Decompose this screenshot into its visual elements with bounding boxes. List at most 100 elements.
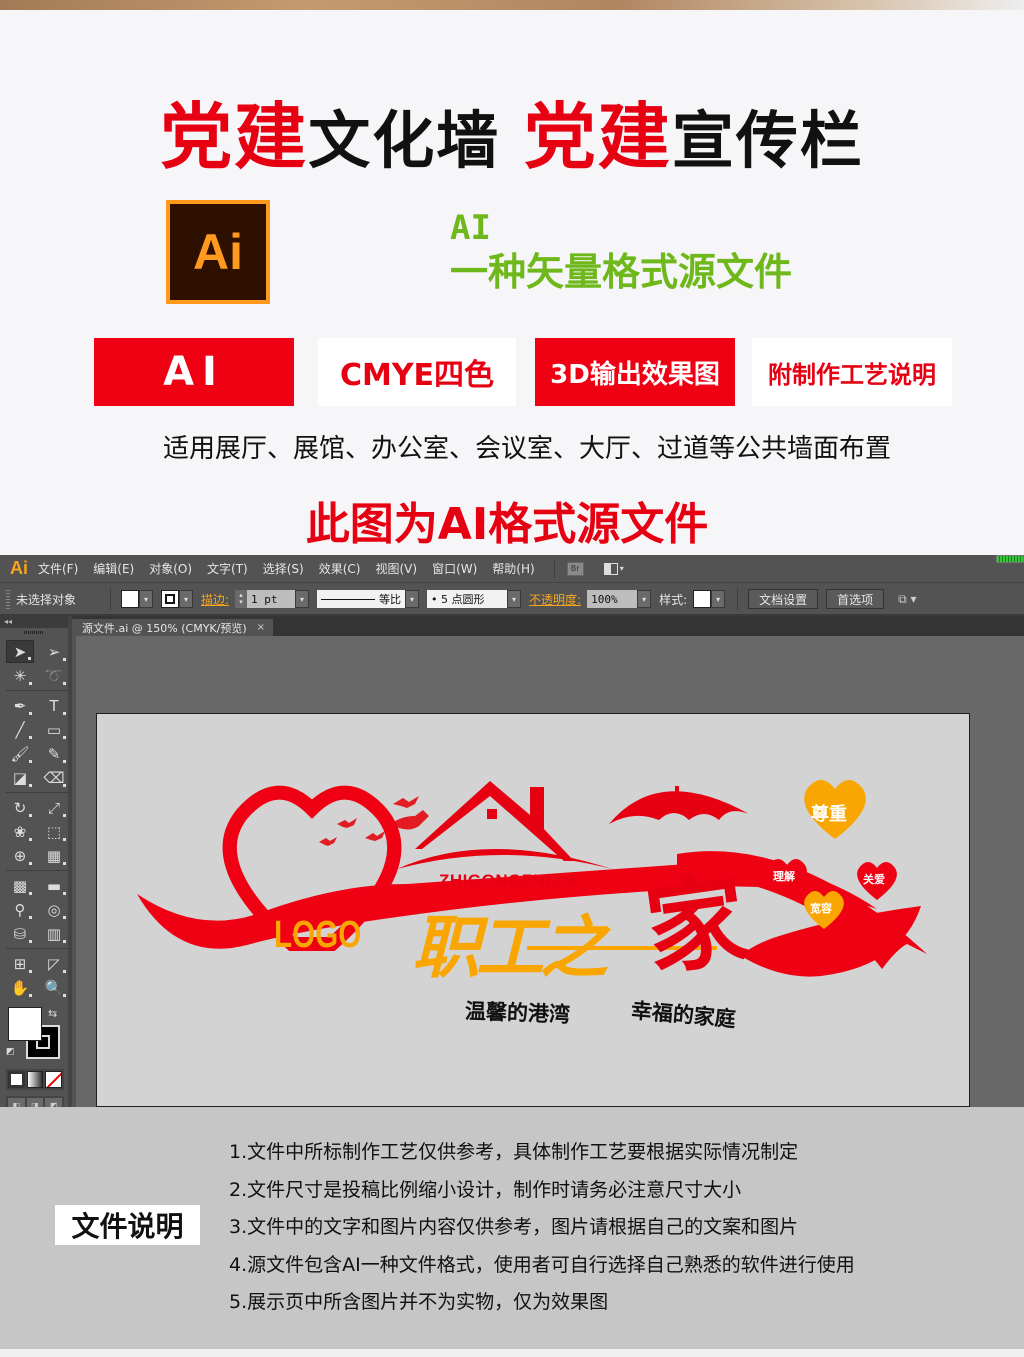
close-tab-icon[interactable]: × — [257, 622, 265, 633]
gradient-mode-button[interactable] — [26, 1071, 44, 1088]
graphic-style-swatch[interactable] — [693, 590, 712, 608]
stroke-weight-stepper[interactable]: ▴ ▾ — [235, 590, 248, 608]
eyedropper-tool[interactable]: ⚲ — [6, 898, 34, 921]
selection-tool[interactable]: ➤ — [6, 640, 34, 663]
perspective-grid-tool[interactable]: ▦ — [40, 844, 68, 867]
hand-tool[interactable]: ✋ — [6, 976, 34, 999]
fill-swatch[interactable] — [121, 590, 139, 608]
menu-effect[interactable]: 效果(C) — [319, 560, 361, 577]
brush-dropdown[interactable]: ▾ — [507, 590, 522, 608]
more-tools-indicator — [63, 760, 66, 763]
line-tool[interactable]: ╱ — [6, 718, 34, 741]
more-tools-indicator — [63, 736, 66, 739]
tool-separator — [6, 948, 70, 949]
magic-wand-tool[interactable]: ✳ — [6, 664, 34, 687]
wood-floor-background — [0, 0, 1024, 10]
shape-builder-tool[interactable]: ⊕ — [6, 844, 34, 867]
panel-grip-icon[interactable] — [6, 589, 10, 609]
panel-grip-icon[interactable] — [0, 628, 68, 636]
menu-view[interactable]: 视图(V) — [375, 560, 417, 577]
artboard-icon: ⊞ — [13, 954, 27, 973]
pinyin-title: ZHIGONGZHIJIA — [439, 871, 579, 890]
preferences-button[interactable]: 首选项 — [826, 589, 885, 609]
collapse-panel-icon[interactable]: ◂◂ — [0, 616, 68, 628]
blend-tool[interactable]: ◎ — [40, 898, 68, 921]
rotate-tool[interactable]: ↻ — [6, 796, 34, 819]
tool-separator — [6, 870, 70, 871]
none-mode-button[interactable] — [45, 1071, 63, 1088]
warp-tool[interactable]: ❀ — [6, 820, 34, 843]
headline-part: 宣传栏 — [671, 104, 864, 177]
more-tools-indicator — [29, 892, 32, 895]
menu-window[interactable]: 窗口(W) — [432, 560, 477, 577]
eraser-tool[interactable]: ⌫ — [40, 766, 68, 789]
slice-tool[interactable]: ◸ — [40, 952, 68, 975]
swap-fill-stroke-icon[interactable]: ⇆ — [48, 1007, 57, 1020]
column-graph-tool[interactable]: ▥ — [40, 922, 68, 945]
graphic-style-dropdown[interactable]: ▾ — [711, 590, 726, 608]
logo-placeholder: LOGO — [274, 914, 362, 956]
source-file-note: 此图为AI格式源文件 — [305, 499, 709, 550]
mesh-tool[interactable]: ▩ — [6, 874, 34, 897]
menu-edit[interactable]: 编辑(E) — [93, 560, 134, 577]
menu-file[interactable]: 文件(F) — [38, 560, 78, 577]
lasso-tool[interactable]: ➰ — [40, 664, 68, 687]
roof-arc-icon — [397, 849, 612, 869]
selection-status: 未选择对象 — [16, 592, 77, 607]
symbol-sprayer-tool[interactable]: ⛁ — [6, 922, 34, 945]
stroke-weight-dropdown[interactable]: ▾ — [295, 590, 310, 608]
fill-dropdown[interactable]: ▾ — [139, 590, 153, 608]
zoom-tool[interactable]: 🔍 — [40, 976, 68, 999]
stroke-profile-dropdown[interactable]: ▾ — [405, 590, 420, 608]
stroke-swatch[interactable] — [161, 590, 179, 608]
paintbrush-tool[interactable]: 🖌 — [6, 742, 34, 765]
menu-select[interactable]: 选择(S) — [263, 560, 304, 577]
document-tab[interactable]: 源文件.ai @ 150% (CMYK/预览) × — [72, 619, 274, 636]
style-label: 样式: — [659, 592, 688, 607]
artboard-tool[interactable]: ⊞ — [6, 952, 34, 975]
bird-icon — [393, 796, 419, 808]
panel-menu-icon[interactable]: ⧉ ▾ — [898, 592, 916, 607]
more-tools-indicator — [63, 814, 66, 817]
menu-help[interactable]: 帮助(H) — [492, 560, 534, 577]
document-setup-button[interactable]: 文档设置 — [748, 589, 819, 609]
fill-color-box[interactable] — [8, 1007, 42, 1041]
stroke-label[interactable]: 描边: — [201, 591, 229, 608]
canvas-area[interactable]: ZHIGONGZHIJIA 职工之 家 LOGO 温馨的港湾 幸福的家庭 尊重 … — [76, 636, 1024, 1107]
more-tools-indicator — [63, 838, 66, 841]
badge-cmyk: CMYE四色 — [318, 338, 516, 406]
promo-section: 党建文化墙 党建宣传栏 Ai AI 一种矢量格式源文件 AI CMYE四色 3D… — [0, 10, 1024, 555]
stroke-dropdown[interactable]: ▾ — [179, 590, 193, 608]
direct-selection-tool[interactable]: ➢ — [40, 640, 68, 663]
opacity-label[interactable]: 不透明度: — [529, 591, 581, 608]
scale-tool[interactable]: ⤢ — [40, 796, 68, 819]
stroke-weight-field[interactable]: 1 pt — [247, 590, 296, 608]
default-fill-stroke-icon[interactable]: ◩ — [6, 1047, 15, 1057]
pen-tool[interactable]: ✒ — [6, 694, 34, 717]
color-mode-button[interactable] — [8, 1071, 25, 1088]
more-tools-indicator — [29, 862, 32, 865]
brush-field[interactable]: • 5 点圆形 — [427, 590, 508, 608]
menu-type[interactable]: 文字(T) — [207, 560, 248, 577]
more-tools-indicator — [63, 892, 66, 895]
blob-brush-tool[interactable]: ◪ — [6, 766, 34, 789]
opacity-field[interactable]: 100% — [587, 590, 638, 608]
document-tab-title: 源文件.ai @ 150% (CMYK/预览) — [82, 621, 247, 635]
line-icon: ╱ — [15, 720, 25, 739]
shape-builder-icon: ⊕ — [13, 846, 27, 865]
type-tool[interactable]: T — [40, 694, 68, 717]
pencil-tool[interactable]: ✎ — [40, 742, 68, 765]
stroke-profile-field[interactable]: 等比 — [317, 590, 406, 608]
file-notes-list: 1.文件中所标制作工艺仅供参考，具体制作工艺要根据实际情况制定 2.文件尺寸是投… — [229, 1137, 855, 1325]
house-window-icon — [487, 809, 497, 819]
menu-object[interactable]: 对象(O) — [149, 560, 192, 577]
free-transform-tool[interactable]: ⬚ — [40, 820, 68, 843]
arrange-documents-icon[interactable]: ▾ — [603, 562, 628, 576]
opacity-dropdown[interactable]: ▾ — [637, 590, 652, 608]
badge-ai: AI — [94, 338, 294, 406]
more-tools-indicator — [29, 736, 32, 739]
bridge-icon[interactable]: Br — [566, 561, 584, 576]
artboard[interactable]: ZHIGONGZHIJIA 职工之 家 LOGO 温馨的港湾 幸福的家庭 尊重 … — [96, 713, 970, 1107]
gradient-tool[interactable]: ▬ — [40, 874, 68, 897]
rectangle-tool[interactable]: ▭ — [40, 718, 68, 741]
